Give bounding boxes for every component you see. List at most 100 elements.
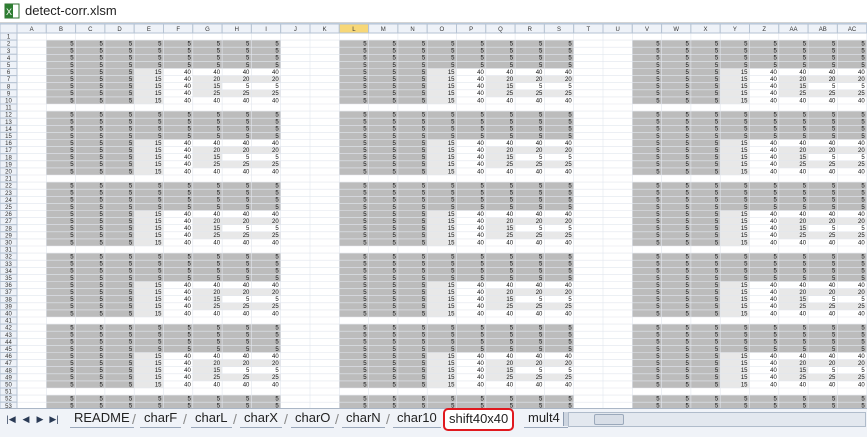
cell-value: 40	[770, 226, 777, 232]
column-header-label: Y	[733, 27, 737, 33]
cell-value: 40	[184, 311, 191, 317]
cell-value: 15	[155, 77, 162, 83]
horizontal-scrollbar[interactable]	[568, 412, 866, 427]
cell-value: 40	[536, 98, 543, 104]
cell-value: 25	[858, 375, 865, 381]
cell-value: 25	[243, 162, 250, 168]
cell-value: 40	[184, 368, 191, 374]
column-header-label: A	[30, 27, 34, 33]
cell-value: 15	[799, 84, 806, 90]
next-sheet-button[interactable]: ▶	[34, 412, 46, 426]
cell-value: 15	[448, 226, 455, 232]
cell-value: 40	[565, 283, 572, 289]
cell-value: 15	[155, 84, 162, 90]
column-header-label: D	[117, 27, 122, 33]
cell-value: 15	[741, 141, 748, 147]
cell-value: 40	[770, 304, 777, 310]
cell-value: 15	[448, 361, 455, 367]
grid-canvas[interactable]: 5 5 5 5 5 5 5 55 5 5 5 5 5 5 55 5 5 5 5 5 5 55 5 5 5 5 5 5 55 5 5 15 40 4…	[0, 24, 867, 409]
cell-value: 15	[448, 311, 455, 317]
cell-value: 40	[829, 354, 836, 360]
cell-value: 25	[213, 233, 220, 239]
cell-value: 25	[799, 233, 806, 239]
cell-value: 15	[155, 219, 162, 225]
tab-charl[interactable]: charL	[191, 409, 232, 428]
cell-value: 15	[155, 155, 162, 161]
prev-sheet-button[interactable]: ◀	[20, 412, 32, 426]
cell-value: 40	[770, 77, 777, 83]
cell-value: 40	[477, 70, 484, 76]
cell-value: 15	[155, 311, 162, 317]
cell-value: 15	[741, 382, 748, 388]
cell-value: 40	[477, 382, 484, 388]
cell-value: 25	[506, 162, 513, 168]
cell-value: 20	[243, 361, 250, 367]
cell-value: 15	[213, 155, 220, 161]
cell-value: 15	[155, 98, 162, 104]
column-header-label: Z	[762, 27, 766, 33]
first-sheet-button[interactable]: |◀	[5, 412, 17, 426]
tab-mult4[interactable]: mult4	[524, 409, 568, 428]
cell-value: 40	[184, 240, 191, 246]
cell-value: 40	[858, 141, 865, 147]
cell-value: 40	[477, 219, 484, 225]
cell-value: 40	[536, 169, 543, 175]
cell-value: 25	[829, 91, 836, 97]
cell-value: 40	[477, 169, 484, 175]
cell-value: 40	[770, 354, 777, 360]
spreadsheet-grid[interactable]: 5 5 5 5 5 5 5 5 5 5 5 5 5 5 5 5 5 5 5 5 5 5 5 5 5 5 5 5 5 5 5 5 5 5 5 15 40 4…	[0, 23, 867, 409]
cell-value: 40	[770, 212, 777, 218]
cell-value: 20	[506, 361, 513, 367]
cell-value: 40	[477, 240, 484, 246]
cell-value: 40	[565, 212, 572, 218]
cell-value: 15	[506, 155, 513, 161]
cell-value: 15	[741, 375, 748, 381]
cell-value: 15	[741, 240, 748, 246]
cell-value: 40	[272, 98, 279, 104]
tab-charo[interactable]: charO	[291, 409, 335, 428]
cell-value: 40	[858, 283, 865, 289]
cell-value: 40	[184, 162, 191, 168]
cell-value: 15	[448, 70, 455, 76]
tab-charx[interactable]: charX	[240, 409, 282, 428]
tab-divider: /	[132, 411, 136, 427]
cell-value: 40	[243, 98, 250, 104]
cell-value: 40	[829, 240, 836, 246]
tab-charf[interactable]: charF	[140, 409, 182, 428]
cell-value: 40	[858, 169, 865, 175]
select-all-corner[interactable]	[0, 24, 18, 34]
last-sheet-button[interactable]: ▶|	[48, 412, 60, 426]
cell-value: 15	[213, 226, 220, 232]
tab-shift40x40[interactable]: shift40x40	[443, 408, 515, 431]
cell-value: 15	[155, 148, 162, 154]
cell-value: 20	[506, 148, 513, 154]
cell-value: 15	[741, 297, 748, 303]
tab-readme[interactable]: README	[70, 409, 134, 428]
cell-value: 25	[272, 162, 279, 168]
scrollbar-thumb[interactable]	[594, 414, 624, 425]
cell-value: 40	[770, 219, 777, 225]
cell-value: 20	[799, 219, 806, 225]
cell-value: 15	[741, 148, 748, 154]
tab-charn[interactable]: charN	[342, 409, 385, 428]
cell-value: 15	[741, 368, 748, 374]
cell-value: 15	[155, 91, 162, 97]
cell-value: 40	[770, 91, 777, 97]
column-header-label: H	[235, 27, 239, 33]
cell-value: 20	[858, 219, 865, 225]
cell-value: 40	[858, 98, 865, 104]
cell-value: 15	[155, 290, 162, 296]
tab-char10[interactable]: char10	[393, 409, 441, 428]
cell-value: 40	[243, 240, 250, 246]
cell-value: 40	[213, 212, 220, 218]
cell-value: 25	[272, 91, 279, 97]
cell-value: 25	[829, 304, 836, 310]
cell-value: 20	[213, 361, 220, 367]
cell-value: 20	[243, 290, 250, 296]
column-header-label: E	[147, 27, 151, 33]
column-header-label: AC	[848, 27, 857, 33]
cell-value: 40	[829, 70, 836, 76]
cell-value: 40	[213, 169, 220, 175]
cell-value: 15	[155, 226, 162, 232]
cell-value: 20	[799, 77, 806, 83]
